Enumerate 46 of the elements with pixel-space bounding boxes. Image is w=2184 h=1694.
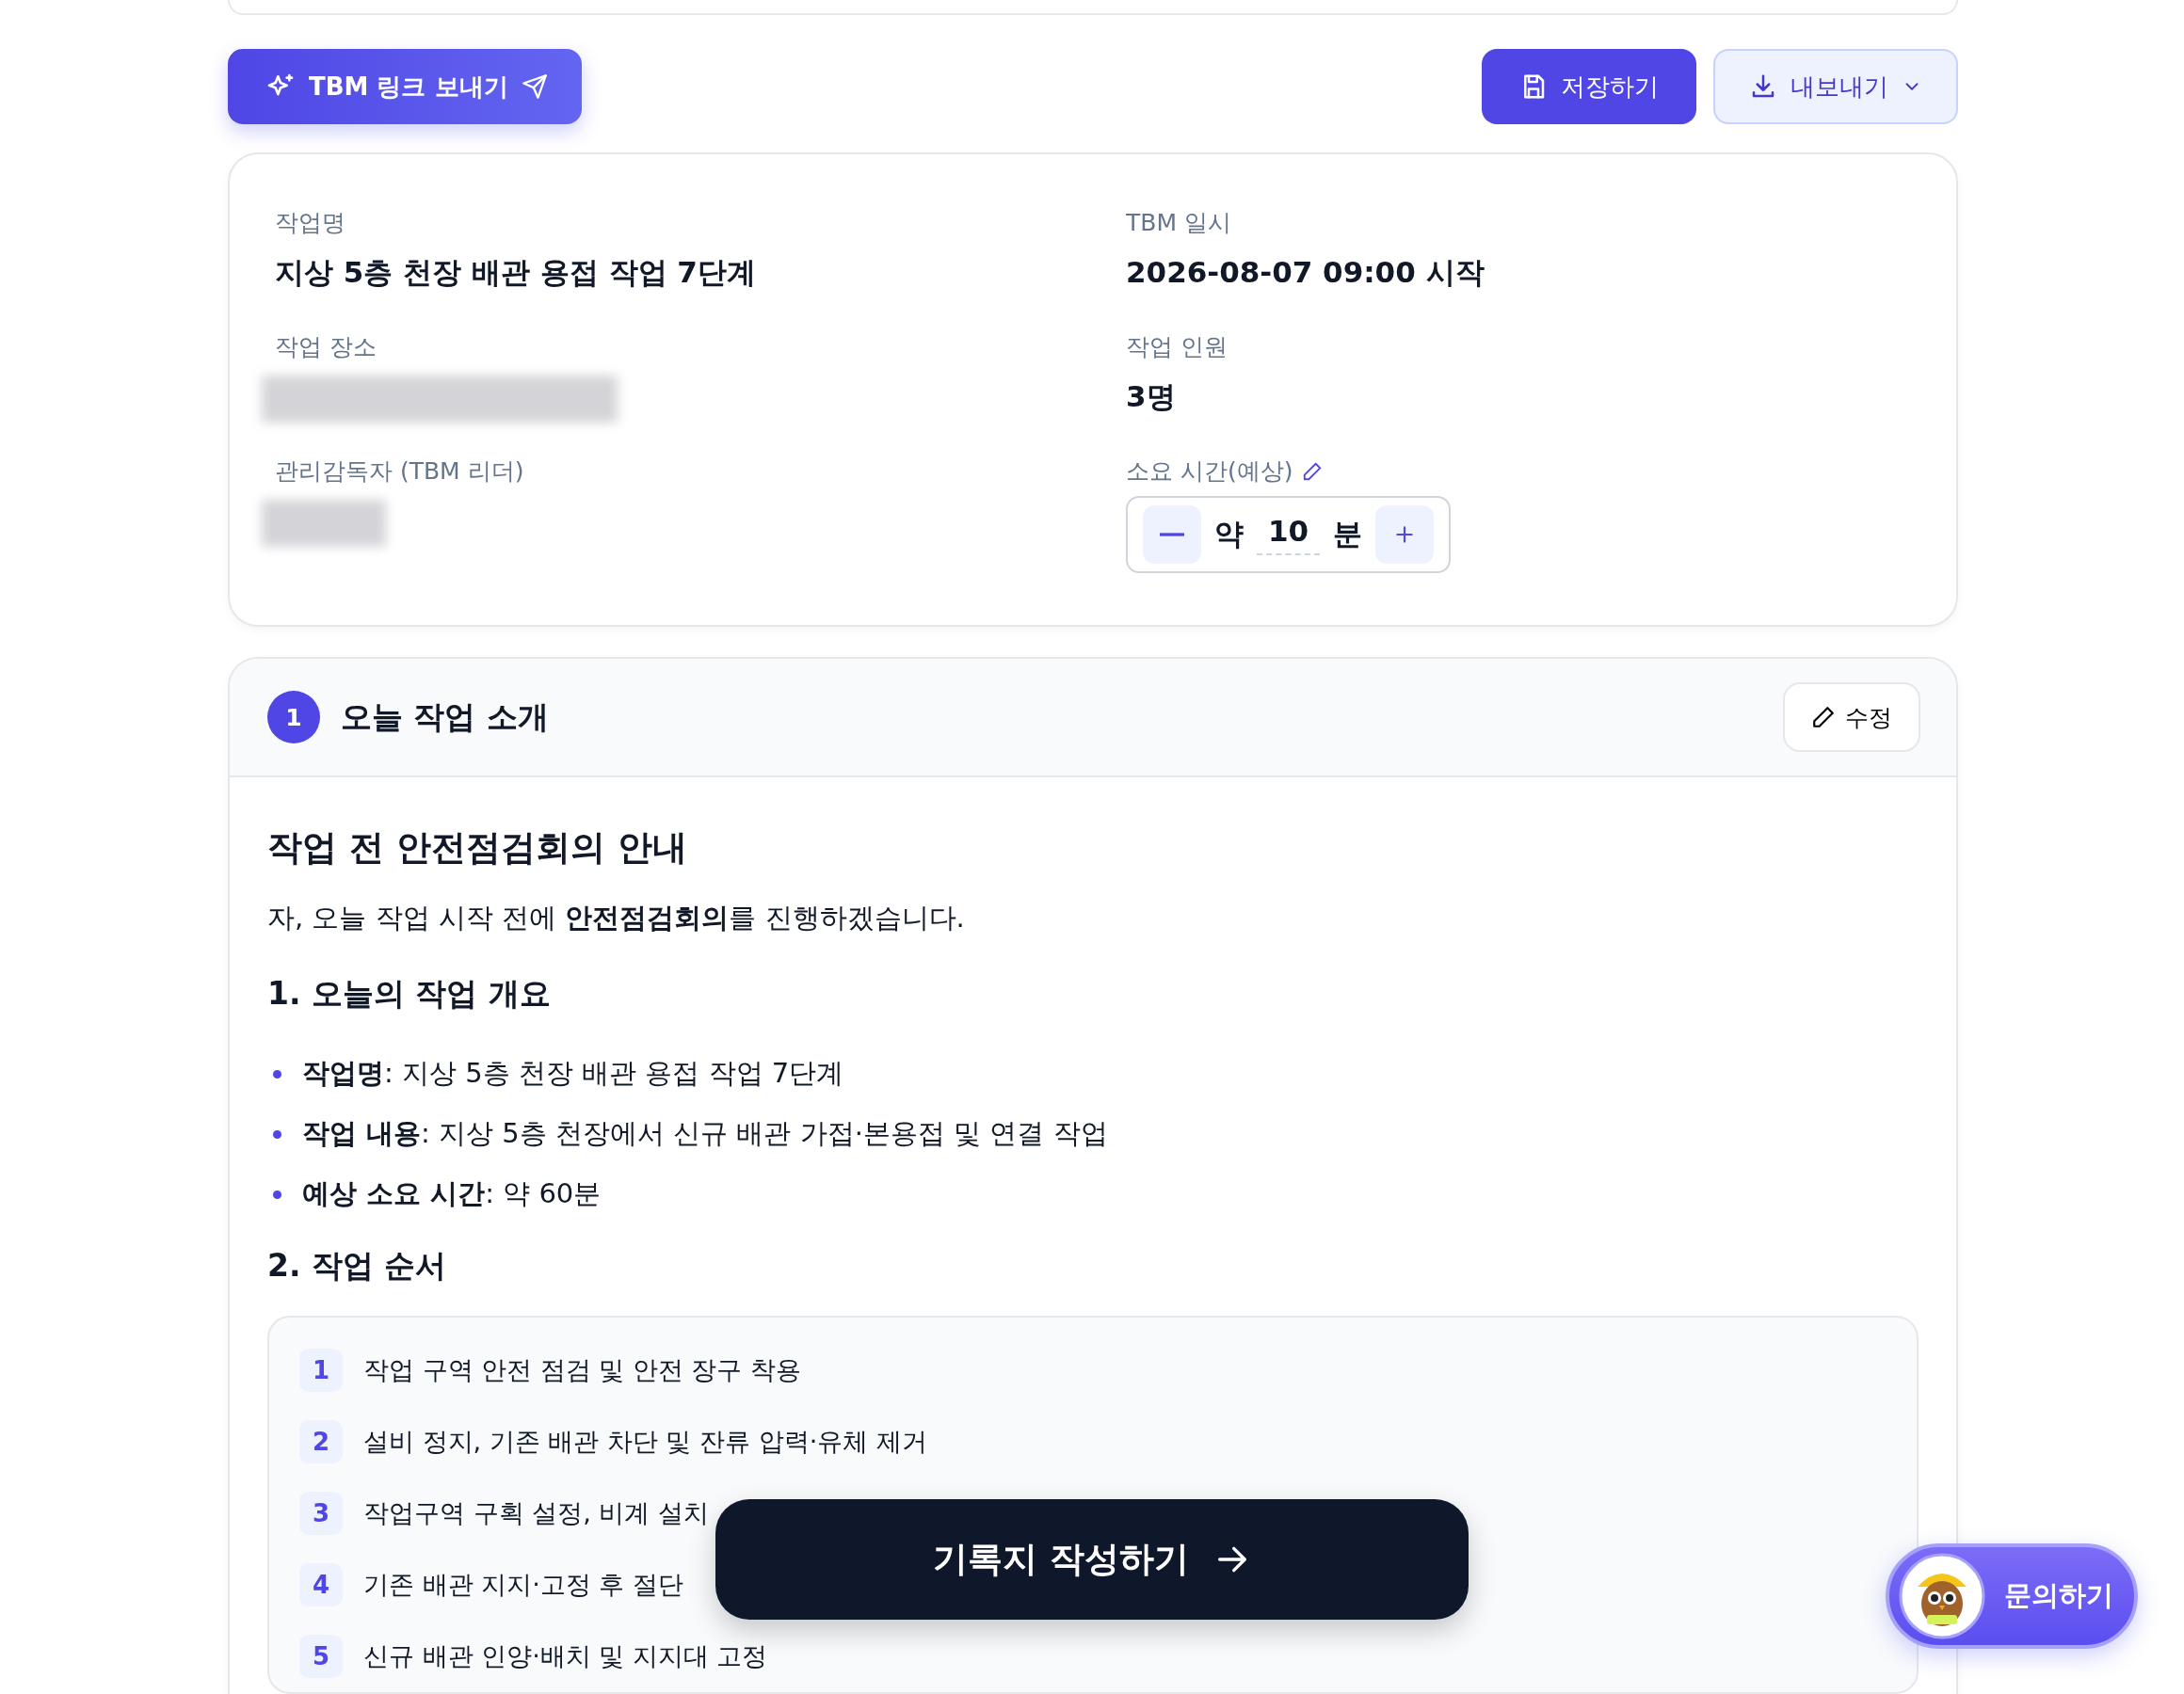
bullet-dot (273, 1129, 281, 1139)
subheading: 2. 작업 순서 (267, 1246, 448, 1286)
send-icon (521, 73, 548, 100)
intro-text: 자, 오늘 작업 시작 전에 안전점검회의를 진행하겠습니다. (267, 901, 966, 935)
mascot-avatar-icon (1899, 1553, 1985, 1639)
overview-item: 예상 소요 시간: 약 60분 (302, 1176, 602, 1211)
overview-item: 작업명: 지상 5층 천장 배관 용접 작업 7단계 (302, 1056, 844, 1091)
step-number: 1 (299, 1349, 343, 1392)
step-text: 설비 정지, 기존 배관 차단 및 잔류 압력·유체 제거 (363, 1426, 927, 1458)
save-button[interactable]: 저장하기 (1482, 49, 1696, 124)
step-number: 5 (299, 1635, 343, 1678)
field-label: 작업 인원 (1126, 332, 1228, 362)
section-title: 오늘 작업 소개 (341, 696, 550, 737)
subheading: 1. 오늘의 작업 개요 (267, 974, 552, 1014)
field-label: 작업 장소 (275, 332, 377, 362)
step-number: 2 (299, 1420, 343, 1463)
step-text: 기존 배관 지지·고정 후 절단 (363, 1569, 683, 1601)
share-link-button[interactable]: TBM 링크 보내기 (228, 49, 582, 124)
decrease-button[interactable] (1143, 505, 1201, 564)
duration-value[interactable]: 10 (1257, 514, 1321, 555)
section-number: 1 (267, 691, 320, 743)
field-label: 소요 시간(예상) (1126, 456, 1293, 487)
field-value: 2026-08-07 09:00 시작 (1126, 254, 1485, 291)
field-value: 3명 (1126, 378, 1177, 415)
field-value: 지상 5층 천장 배관 용접 작업 7단계 (275, 254, 757, 291)
duration-prefix: 약 (1214, 516, 1244, 552)
edit-button[interactable]: 수정 (1783, 682, 1920, 752)
step-number: 4 (299, 1563, 343, 1606)
duration-unit: 분 (1333, 516, 1363, 552)
bullet-dot (273, 1069, 281, 1079)
step-text: 작업 구역 안전 점검 및 안전 장구 착용 (363, 1354, 802, 1386)
step-text: 신규 배관 인양·배치 및 지지대 고정 (363, 1640, 768, 1672)
overview-item: 작업 내용: 지상 5층 천장에서 신규 배관 가접·본용접 및 연결 작업 (302, 1116, 1108, 1151)
pencil-icon (1811, 705, 1836, 729)
content-heading: 작업 전 안전점검회의 안내 (267, 826, 688, 870)
field-label: 작업명 (275, 208, 345, 238)
export-button[interactable]: 내보내기 (1713, 49, 1958, 124)
field-label: TBM 일시 (1126, 208, 1231, 238)
field-label: 관리감독자 (TBM 리더) (275, 456, 524, 487)
inquiry-button[interactable]: 문의하기 (1886, 1543, 2138, 1649)
minus-icon (1160, 533, 1184, 536)
pencil-icon (1302, 460, 1324, 482)
step-number: 3 (299, 1492, 343, 1535)
write-record-button[interactable]: 기록지 작성하기 (715, 1499, 1469, 1620)
bullet-dot (273, 1190, 281, 1199)
step-text: 작업구역 구획 설정, 비계 설치 (363, 1497, 709, 1529)
